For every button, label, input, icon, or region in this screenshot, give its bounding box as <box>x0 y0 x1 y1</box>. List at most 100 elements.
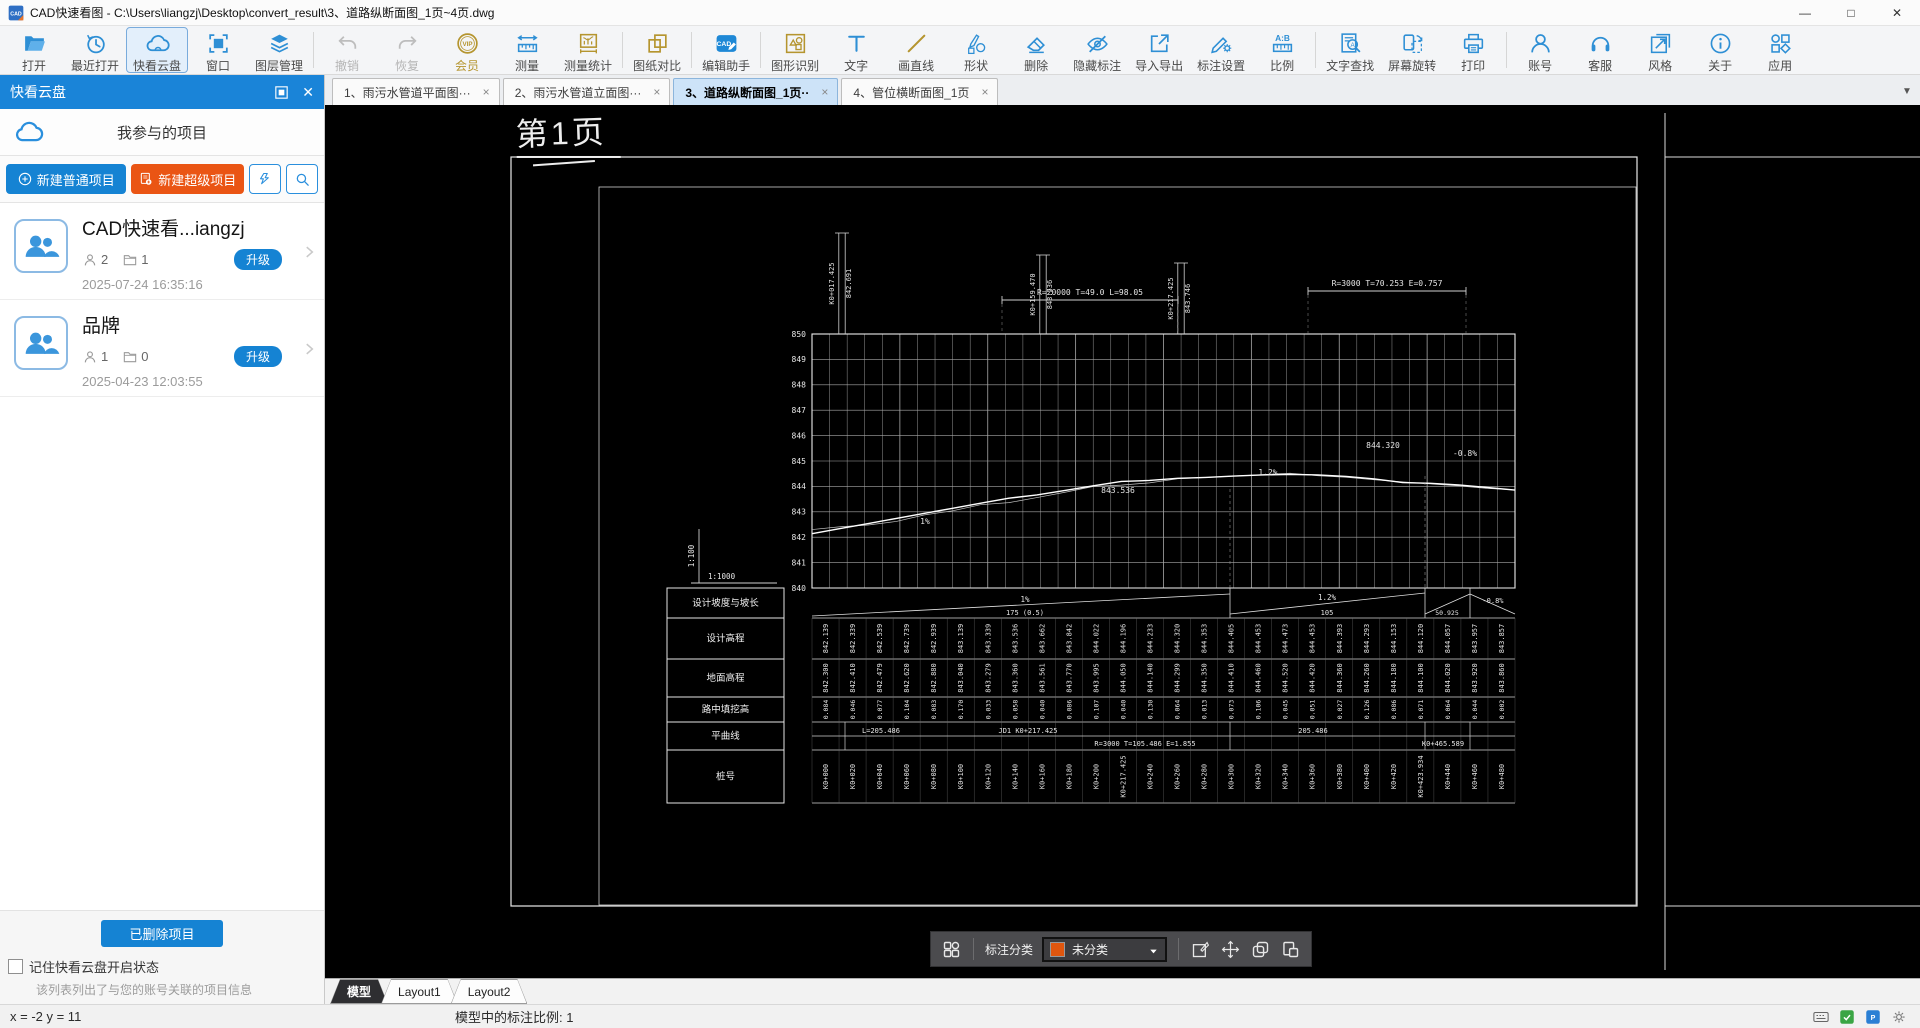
upgrade-badge[interactable]: 升级 <box>233 346 282 367</box>
toolbar-button-annotation-settings[interactable]: 标注设置 <box>1190 27 1252 73</box>
document-tab-4[interactable]: 4、管位横断面图_1页 × <box>841 78 999 105</box>
new-super-project-button[interactable]: 新建超级项目 <box>130 164 244 194</box>
keyboard-icon[interactable] <box>1812 1008 1830 1026</box>
document-tab-2[interactable]: 2、雨污水管道立面图··· × <box>502 78 671 105</box>
edit-annotation-icon[interactable] <box>1190 939 1211 960</box>
toolbar-label-annotation-settings: 标注设置 <box>1197 59 1246 73</box>
green-check-icon[interactable] <box>1838 1008 1856 1026</box>
toolbar-button-text[interactable]: 文字 <box>826 27 886 73</box>
tab-list-dropdown-button[interactable]: ▼ <box>1894 78 1920 105</box>
annotation-category-dropdown[interactable]: 未分类 <box>1042 936 1167 962</box>
remember-state-checkbox[interactable] <box>8 959 23 974</box>
toolbar-button-redo[interactable]: 恢复 <box>377 27 437 73</box>
toolbar-label-redo: 恢复 <box>395 59 420 73</box>
tab-close-icon[interactable]: × <box>483 85 490 99</box>
file-count-icon <box>122 252 138 268</box>
tab-close-icon[interactable]: × <box>821 85 828 99</box>
svg-text:843.995: 843.995 <box>1092 663 1100 693</box>
gear-icon[interactable] <box>1890 1008 1908 1026</box>
toolbar-button-measure[interactable]: 测量 <box>497 27 557 73</box>
panel-close-icon[interactable]: ✕ <box>302 84 314 101</box>
svg-text:848: 848 <box>792 381 807 390</box>
move-annotation-icon[interactable] <box>1220 939 1241 960</box>
toolbar-button-layer-manage[interactable]: 图层管理 <box>248 27 310 73</box>
toolbar-button-open[interactable]: 打开 <box>4 27 64 73</box>
document-tab-3[interactable]: 3、道路纵断面图_1页·· × <box>673 78 839 105</box>
status-tray: P <box>1812 1008 1908 1026</box>
toolbar-button-apps[interactable]: 应用 <box>1750 27 1810 73</box>
svg-text:1.2%: 1.2% <box>1318 593 1337 602</box>
svg-text:K0+060: K0+060 <box>903 764 911 789</box>
tab-close-icon[interactable]: × <box>653 85 660 99</box>
svg-text:844.453: 844.453 <box>1255 624 1263 654</box>
svg-text:0.040: 0.040 <box>1119 700 1127 720</box>
search-projects-button[interactable] <box>286 164 318 194</box>
model-tab-layout2[interactable]: Layout2 <box>451 979 528 1004</box>
pin-panel-icon[interactable] <box>273 84 290 101</box>
svg-text:842.339: 842.339 <box>849 624 857 654</box>
toolbar-label-text: 文字 <box>844 59 869 73</box>
toolbar-button-draw-line[interactable]: 画直线 <box>886 27 946 73</box>
toolbar-label-apps: 应用 <box>1768 59 1793 73</box>
minimize-button[interactable]: — <box>1782 0 1828 25</box>
toolbar-button-shapes[interactable]: 形状 <box>946 27 1006 73</box>
annotation-grid-icon[interactable] <box>941 939 962 960</box>
maximize-button[interactable]: □ <box>1828 0 1874 25</box>
document-add-icon <box>138 171 154 187</box>
toolbar-button-cloud-drive[interactable]: 快看云盘 <box>126 27 189 73</box>
svg-text:843.957: 843.957 <box>1471 624 1479 654</box>
toolbar-button-account[interactable]: 账号 <box>1510 27 1570 73</box>
svg-text:1%: 1% <box>1020 595 1030 604</box>
apps-icon <box>1768 31 1793 56</box>
paste-annotation-icon[interactable] <box>1280 939 1301 960</box>
toolbar-label-delete: 删除 <box>1024 59 1049 73</box>
toolbar-button-hide-annotation[interactable]: 隐藏标注 <box>1066 27 1128 73</box>
toolbar-button-text-search[interactable]: A 文字查找 <box>1319 27 1381 73</box>
copy-annotation-icon[interactable] <box>1250 939 1271 960</box>
deleted-projects-button[interactable]: 已删除项目 <box>101 920 223 947</box>
toolbar-button-support[interactable]: 客服 <box>1570 27 1630 73</box>
svg-text:0.040: 0.040 <box>1038 700 1046 720</box>
svg-text:K0+300: K0+300 <box>1228 764 1236 789</box>
toolbar-label-edit-assistant: 编辑助手 <box>702 59 751 73</box>
toolbar-button-vip[interactable]: VIP 会员 <box>437 27 497 73</box>
svg-text:844.320: 844.320 <box>1174 624 1182 654</box>
refresh-projects-button[interactable] <box>249 164 281 194</box>
new-normal-project-button[interactable]: 新建普通项目 <box>6 164 126 194</box>
svg-text:843.561: 843.561 <box>1038 663 1046 693</box>
toolbar-button-undo[interactable]: 撤销 <box>317 27 377 73</box>
svg-text:0.013: 0.013 <box>1201 700 1209 720</box>
project-list-item[interactable]: CAD快速看...iangzj 2 1 升级 2025-07-24 16:35:… <box>0 203 324 300</box>
toolbar-button-about[interactable]: 关于 <box>1690 27 1750 73</box>
cad-drawing-canvas[interactable]: 8508498488478468458448438428418401:1001:… <box>325 105 1920 978</box>
document-tab-1[interactable]: 1、雨污水管道平面图··· × <box>332 78 500 105</box>
remember-state-label: 记住快看云盘开启状态 <box>29 960 160 975</box>
svg-text:843.139: 843.139 <box>957 624 965 654</box>
toolbar-label-recent-open: 最近打开 <box>71 59 120 73</box>
toolbar-button-shape-recognize[interactable]: 图形识别 <box>764 27 826 73</box>
svg-text:843.662: 843.662 <box>1038 624 1046 654</box>
toolbar-button-edit-assistant[interactable]: CAD 编辑助手 <box>695 27 757 73</box>
close-button[interactable]: ✕ <box>1874 0 1920 25</box>
project-list-item[interactable]: 品牌 1 0 升级 2025-04-23 12:03:55 <box>0 300 324 397</box>
toolbar-button-scale[interactable]: A:B 比例 <box>1252 27 1312 73</box>
toolbar-button-recent-open[interactable]: 最近打开 <box>64 27 126 73</box>
upgrade-badge[interactable]: 升级 <box>233 249 282 270</box>
svg-text:844.350: 844.350 <box>1201 663 1209 693</box>
toolbar-button-print[interactable]: 打印 <box>1443 27 1503 73</box>
model-tab-layout1[interactable]: Layout1 <box>381 979 458 1004</box>
toolbar-button-style[interactable]: 风格 <box>1630 27 1690 73</box>
tab-close-icon[interactable]: × <box>981 85 988 99</box>
toolbar-button-delete[interactable]: 删除 <box>1006 27 1066 73</box>
toolbar-button-drawing-compare[interactable]: 图纸对比 <box>626 27 688 73</box>
document-tab-label: 3、道路纵断面图_1页·· <box>685 85 810 100</box>
svg-text:844.100: 844.100 <box>1417 663 1425 693</box>
model-tab-模型[interactable]: 模型 <box>330 979 388 1004</box>
svg-text:844.120: 844.120 <box>1417 624 1425 654</box>
toolbar-button-import-export[interactable]: 导入导出 <box>1128 27 1190 73</box>
toolbar-button-window[interactable]: 窗口 <box>188 27 248 73</box>
project-name: 品牌 <box>82 316 121 337</box>
blue-badge-icon[interactable]: P <box>1864 1008 1882 1026</box>
toolbar-button-screen-rotate[interactable]: 屏幕旋转 <box>1381 27 1443 73</box>
toolbar-button-measure-stats[interactable]: 测量统计 <box>557 27 619 73</box>
